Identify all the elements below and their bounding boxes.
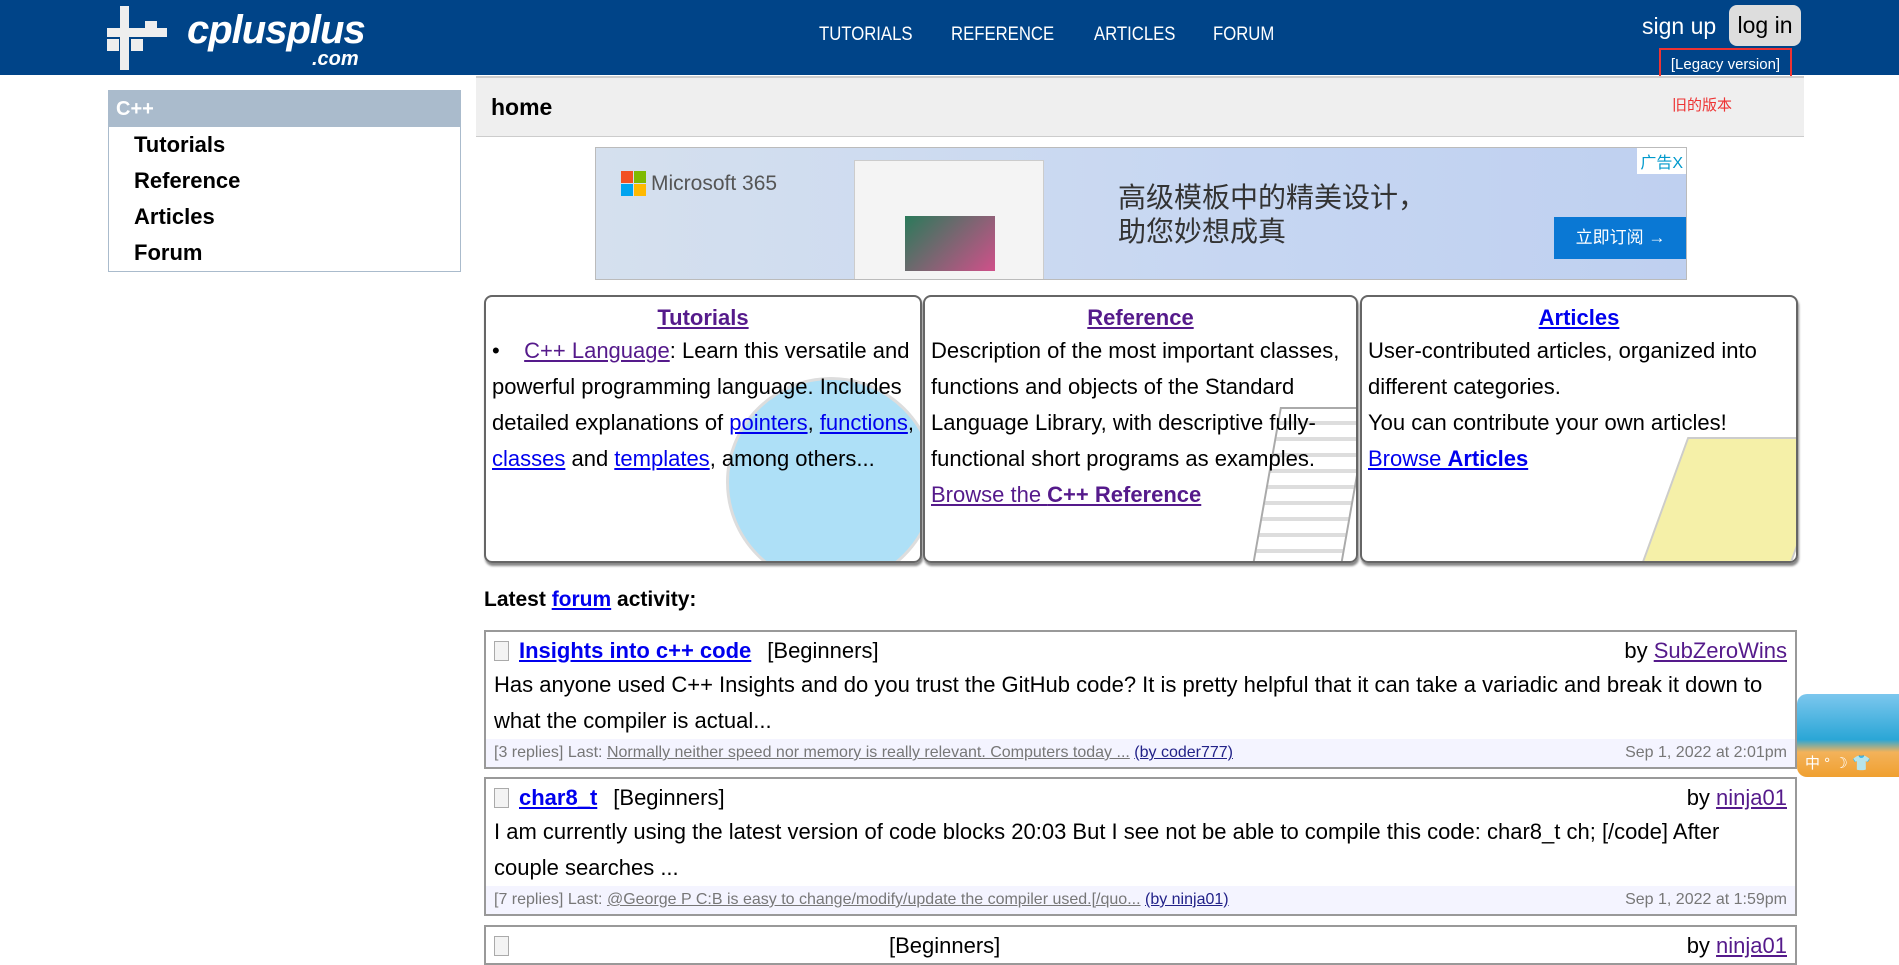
- nav-articles[interactable]: ARTICLES: [1094, 24, 1175, 46]
- post-category: [Beginners]: [767, 638, 879, 663]
- document-icon: [494, 936, 509, 956]
- post-author-link[interactable]: SubZeroWins: [1654, 638, 1787, 663]
- post-date: Sep 1, 2022 at 1:59pm: [1625, 891, 1787, 908]
- last-reply-link[interactable]: @George P C:B is easy to change/modify/u…: [607, 891, 1141, 908]
- nav-reference[interactable]: REFERENCE: [951, 24, 1054, 46]
- document-icon: [494, 641, 509, 661]
- nav-tutorials[interactable]: TUTORIALS: [819, 24, 913, 46]
- reference-box: Reference Description of the most import…: [923, 295, 1358, 563]
- post-author-link[interactable]: ninja01: [1716, 933, 1787, 958]
- sidebar-item-reference[interactable]: Reference: [134, 163, 460, 199]
- sign-up-link[interactable]: sign up: [1642, 13, 1716, 40]
- widget-icons: 中 ° ☽ 👕: [1805, 755, 1871, 772]
- last-reply-author-link[interactable]: (by coder777): [1134, 744, 1233, 761]
- forum-link[interactable]: forum: [552, 588, 612, 611]
- post-author-link[interactable]: ninja01: [1716, 785, 1787, 810]
- pointers-link[interactable]: pointers: [729, 410, 807, 435]
- document-icon: [494, 788, 509, 808]
- forum-post: [Beginners] by ninja01: [484, 925, 1797, 965]
- forum-post: Insights into c++ code [Beginners] by Sub…: [484, 630, 1797, 769]
- log-in-button[interactable]: log in: [1729, 5, 1801, 46]
- tutorials-link[interactable]: Tutorials: [657, 305, 748, 330]
- sidebar-item-articles[interactable]: Articles: [134, 199, 460, 235]
- ad-close-button[interactable]: 广告X: [1637, 148, 1686, 174]
- last-reply-author-link[interactable]: (by ninja01): [1145, 891, 1229, 908]
- articles-contribute-text: You can contribute your own articles!: [1368, 410, 1727, 435]
- page-title: home: [476, 76, 1804, 137]
- sidebar-title: C++: [109, 91, 460, 127]
- articles-text: User-contributed articles, organized int…: [1368, 338, 1757, 399]
- reference-link[interactable]: Reference: [1087, 305, 1193, 330]
- microsoft-logo-icon: [621, 171, 646, 196]
- forum-post: char8_t [Beginners] by ninja01 I am curre…: [484, 777, 1797, 916]
- post-category: [Beginners]: [889, 933, 1001, 958]
- tutorials-box: Tutorials • C++ Language: Learn this ver…: [484, 295, 922, 563]
- ad-banner[interactable]: Microsoft 365 高级模板中的精美设计， 助您妙想成真 立即订阅 → 广…: [595, 147, 1687, 280]
- sidebar-item-forum[interactable]: Forum: [134, 235, 460, 271]
- main-nav: TUTORIALS REFERENCE ARTICLES FORUM: [819, 24, 1283, 46]
- ad-brand: Microsoft 365: [651, 172, 778, 195]
- post-title-link[interactable]: char8_t: [519, 785, 597, 810]
- logo-text: cplusplus: [187, 8, 366, 52]
- nav-forum[interactable]: FORUM: [1213, 24, 1274, 46]
- browse-reference-link[interactable]: Browse the C++ Reference: [931, 482, 1201, 507]
- sidebar-item-tutorials[interactable]: Tutorials: [134, 127, 460, 163]
- post-excerpt: I am currently using the latest version …: [494, 819, 1720, 880]
- ad-headline: 高级模板中的精美设计， 助您妙想成真: [1118, 182, 1427, 247]
- functions-link[interactable]: functions: [820, 410, 908, 435]
- articles-link[interactable]: Articles: [1539, 305, 1620, 330]
- reference-text: Description of the most important classe…: [931, 338, 1340, 471]
- legacy-annotation: 旧的版本: [1672, 97, 1733, 114]
- sidebar: C++ Tutorials Reference Articles Forum: [108, 90, 461, 272]
- post-excerpt: Has anyone used C++ Insights and do you …: [494, 672, 1763, 733]
- post-title-link[interactable]: Insights into c++ code: [519, 638, 751, 663]
- cpp-language-link[interactable]: C++ Language: [524, 338, 670, 363]
- browse-articles-link[interactable]: Browse Articles: [1368, 446, 1528, 471]
- classes-link[interactable]: classes: [492, 446, 565, 471]
- site-header: cplusplus .com TUTORIALS REFERENCE ARTIC…: [0, 0, 1899, 81]
- logo-suffix: .com: [312, 48, 359, 70]
- post-date: Sep 1, 2022 at 2:01pm: [1625, 744, 1787, 761]
- last-reply-link[interactable]: Normally neither speed nor memory is rea…: [607, 744, 1130, 761]
- ad-cta-button[interactable]: 立即订阅 →: [1554, 217, 1686, 259]
- templates-link[interactable]: templates: [614, 446, 709, 471]
- tutorials-text: • C++ Language: Learn this versatile and…: [492, 338, 914, 471]
- articles-box: Articles User-contributed articles, orga…: [1360, 295, 1798, 563]
- ad-screenshot-image: [854, 160, 1044, 279]
- floating-widget[interactable]: 中 ° ☽ 👕: [1797, 694, 1899, 777]
- post-category: [Beginners]: [613, 785, 725, 810]
- logo[interactable]: cplusplus .com: [107, 6, 377, 70]
- logo-mark: [120, 6, 129, 70]
- latest-forum-heading: Latest forum activity:: [484, 588, 697, 611]
